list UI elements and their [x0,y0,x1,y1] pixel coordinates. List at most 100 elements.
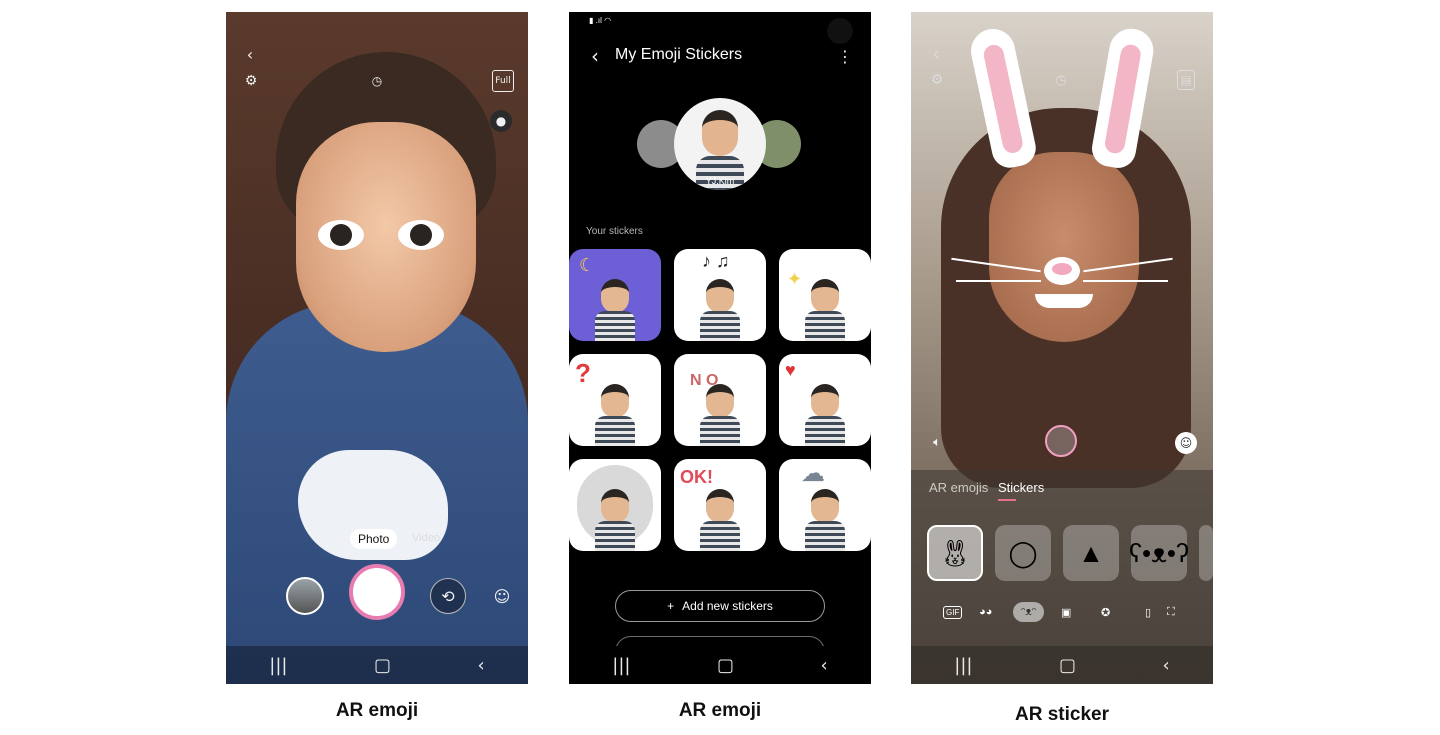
category-gif[interactable]: GIF [943,606,963,619]
sticker-figure [706,279,734,313]
sticker-figure [811,384,839,418]
camera-hole [827,18,853,44]
page-title: My Emoji Stickers [615,46,743,63]
caption-screen-1: AR emoji [335,700,419,721]
sticker-tile[interactable]: ♪ ♫ [674,249,766,341]
avatar-right-eye [398,220,444,250]
gallery-thumbnail[interactable] [286,577,324,615]
sticker-round-frame-tile[interactable]: ◯ [995,525,1051,581]
sticker-decoration: ? [575,358,591,388]
caption-screen-2: AR emoji [678,700,762,721]
category-glasses-icon[interactable]: ◕◕ [979,606,992,618]
avatar-face [702,110,738,156]
shutter-button[interactable] [349,564,405,620]
sticker-party-tile[interactable]: ▲ [1063,525,1119,581]
sticker-figure-body [595,521,635,551]
sticker-decoration: ♪ ♫ [702,251,730,271]
sticker-tile[interactable] [569,459,661,551]
timer-icon[interactable]: ◷ [1051,70,1071,90]
sticker-figure-body [700,311,740,341]
more-options-icon[interactable]: ⋮ [835,46,855,66]
category-badge-icon[interactable]: ✪ [1101,606,1110,619]
sticker-decoration: OK! [680,467,713,487]
nav-back-icon[interactable]: ‹ [821,655,828,676]
sticker-figure [706,489,734,523]
sticker-figure-body [805,416,845,446]
active-tab-indicator [998,499,1016,501]
sticker-figure-body [595,311,635,341]
add-new-stickers-button[interactable]: + Add new stickers [615,590,825,622]
bunny-nose [1044,257,1080,285]
sound-icon[interactable]: 🔈︎ [927,432,947,452]
plus-icon: + [667,599,675,613]
shopping-bag-icon[interactable]: ⛶ [1167,606,1175,619]
settings-gear-icon[interactable]: ⚙ [927,70,947,90]
sticker-tile[interactable]: OK! [674,459,766,551]
sticker-figure [601,384,629,418]
sticker-more-tile[interactable] [1199,525,1213,581]
person-face [989,152,1139,342]
system-nav-bar: ||| ▢ ‹ [911,646,1213,684]
whisker [1083,280,1168,282]
nav-back-icon[interactable]: ‹ [1163,655,1170,676]
tab-stickers[interactable]: Stickers [998,480,1044,495]
aspect-ratio-full-icon[interactable]: Full [492,70,514,92]
bear-icon: ʕ•ᴥ•ʔ [1129,537,1189,568]
category-bunny-icon[interactable]: ᵔᴥᵔ [1013,602,1044,622]
sticker-decoration: ☁ [801,460,825,487]
mode-video-tab[interactable]: Video [412,532,440,544]
whisker [956,280,1041,282]
aspect-ratio-icon[interactable]: ▤ [1177,70,1195,90]
sticker-tile[interactable]: ♥ [779,354,871,446]
sticker-tile[interactable]: ☾ [569,249,661,341]
sticker-tile[interactable]: ? [569,354,661,446]
system-nav-bar: ||| ▢ ‹ [569,646,871,684]
category-frame-icon[interactable]: ▣ [1061,606,1071,619]
home-icon[interactable]: ▢ [1059,655,1076,676]
caption-screen-3: AR sticker [1015,704,1109,725]
bunny-icon: 🐰︎ [938,537,972,568]
recent-apps-icon[interactable]: ||| [612,655,630,676]
nav-back-icon[interactable]: ‹ [478,655,485,676]
avatar-left-eye [318,220,364,250]
ar-emoji-camera-screen: ‹ ⚙ ◷ Full ● Photo Video ⟲ ☺ ||| ▢ ‹ [226,12,528,684]
mustache-face-icon[interactable]: ☺ [1175,432,1197,454]
avatar-name: YJ.Kim [705,176,735,186]
emoji-face-icon[interactable]: ☺ [490,584,514,608]
add-button-label: Add new stickers [682,599,773,613]
sticker-figure [811,489,839,523]
sticker-figure-body [595,416,635,446]
sticker-bear-tile[interactable]: ʕ•ᴥ•ʔ [1129,525,1189,581]
sticker-figure [706,384,734,418]
mode-photo-tab[interactable]: Photo [350,529,398,549]
system-nav-bar: ||| ▢ ‹ [226,646,528,684]
sticker-decoration: ♥ [785,360,796,380]
home-icon[interactable]: ▢ [374,655,391,676]
back-arrow-icon[interactable]: ‹ [927,44,945,65]
tab-ar-emojis[interactable]: AR emojis [929,480,988,495]
sticker-tile[interactable]: N O [674,354,766,446]
sticker-bunny-tile[interactable]: 🐰︎ [927,525,983,581]
sticker-decoration: ✦ [787,269,803,289]
ar-sticker-camera-screen: ‹ ⚙ ◷ ▤ 🔈︎ ☺ AR emojis Stickers 🐰︎ ◯ ▲ ʕ… [911,12,1213,684]
sticker-figure-body [805,521,845,551]
sticker-decoration: ☾ [579,255,596,275]
timer-off-icon[interactable]: ◷ [366,70,388,92]
avatar-select-icon[interactable]: ● [490,110,512,132]
recent-apps-icon[interactable]: ||| [269,655,287,676]
party-hat-icon: ▲ [1078,537,1104,568]
sticker-tile[interactable]: ☁ [779,459,871,551]
sticker-tile[interactable]: ✦ [779,249,871,341]
sticker-figure-body [700,416,740,446]
settings-gear-icon[interactable]: ⚙ [240,70,262,92]
sticker-figure-body [700,521,740,551]
recent-apps-icon[interactable]: ||| [954,655,972,676]
back-arrow-icon[interactable]: ‹ [240,44,260,64]
emoji-stickers-screen: ▮ .ıl ◠ ‹ My Emoji Stickers ⋮ YJ.Kim You… [569,12,871,684]
back-arrow-icon[interactable]: ‹ [585,44,605,68]
home-icon[interactable]: ▢ [717,655,734,676]
switch-camera-icon[interactable]: ⟲ [430,578,466,614]
smile [1035,294,1093,308]
shutter-button[interactable] [1045,425,1077,457]
category-device-icon[interactable]: ▯ [1145,606,1151,619]
